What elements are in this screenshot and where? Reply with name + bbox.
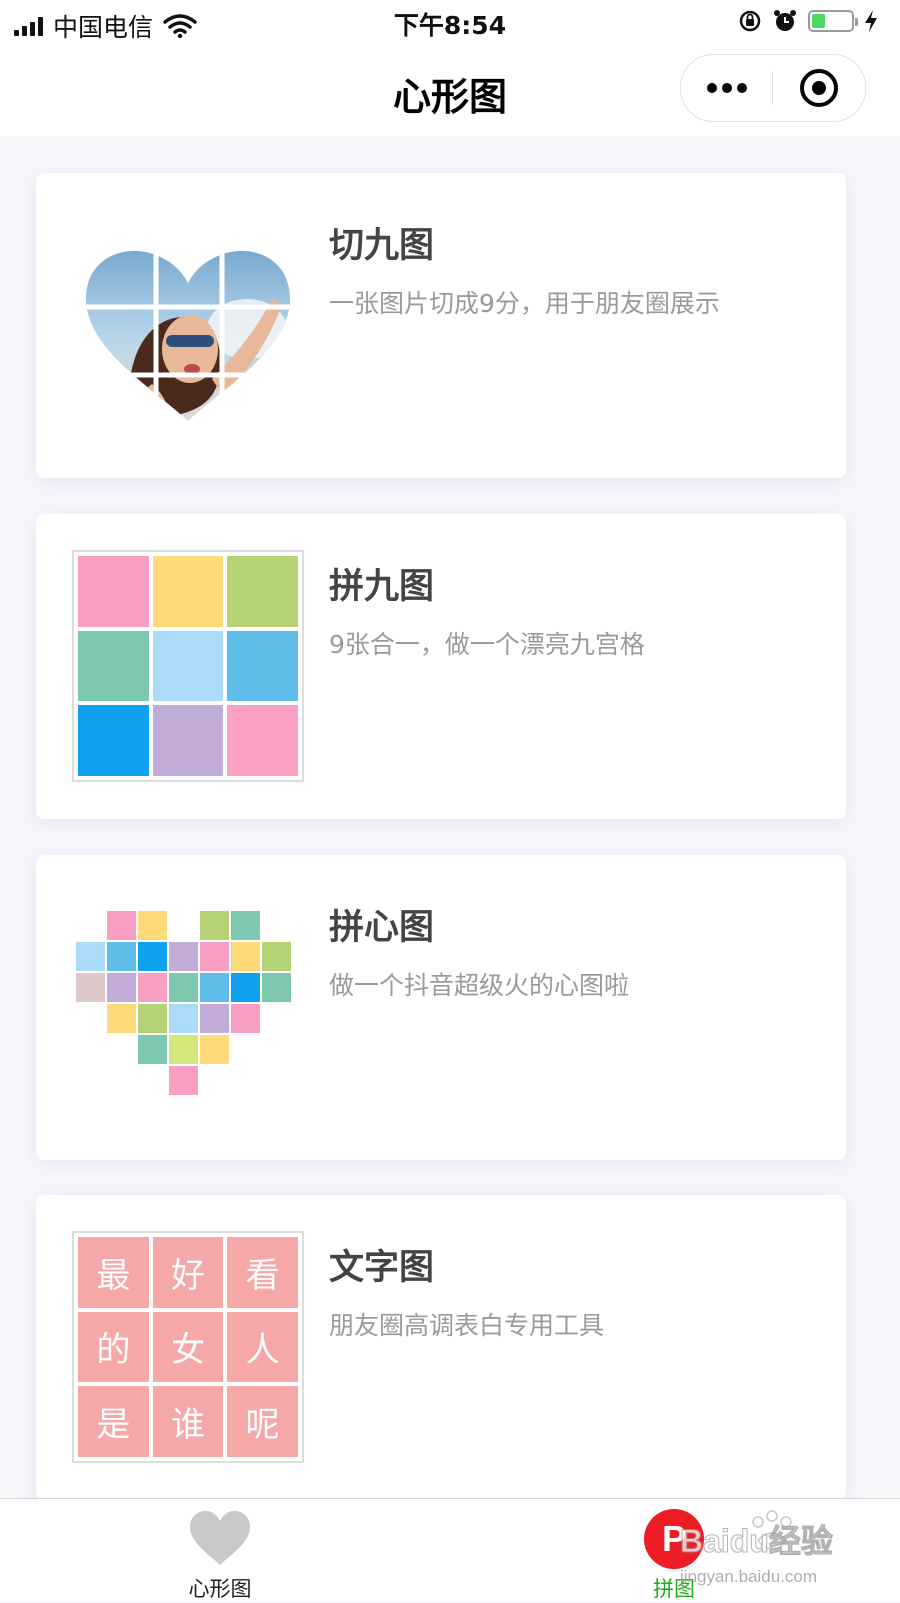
heart-pixel-tile — [231, 973, 260, 1002]
color-grid-thumbnail — [72, 550, 304, 782]
heart-pixel-tile — [200, 911, 229, 940]
heart-pixel-tile — [107, 973, 136, 1002]
heart-pixel-tile — [231, 911, 260, 940]
card-join-nine[interactable]: 拼九图 9张合一，做一个漂亮九宫格 — [36, 514, 846, 819]
heart-pixel-tile — [169, 1004, 198, 1033]
tab-heart[interactable]: 心形图 — [120, 1499, 320, 1601]
alarm-icon — [774, 10, 796, 31]
grid-cell — [227, 630, 298, 702]
more-button[interactable] — [681, 55, 772, 121]
text-grid-cell: 谁 — [152, 1386, 224, 1457]
heart-pixel-tile — [138, 1035, 167, 1064]
heart-pixel-tile — [231, 942, 260, 971]
heart-pixel-tile — [231, 1004, 260, 1033]
grid-cell — [78, 705, 149, 776]
card-description: 9张合一，做一个漂亮九宫格 — [329, 630, 645, 659]
grid-cell — [152, 556, 224, 627]
text-grid-cell: 好 — [152, 1237, 224, 1308]
status-bar: 中国电信 下午8:54 — [0, 0, 900, 44]
heart-pixel-tile — [200, 1035, 229, 1064]
orientation-lock-icon — [739, 10, 761, 32]
heart-pixel-tile — [107, 911, 136, 940]
charging-icon — [865, 10, 877, 32]
heart-pixel-tile — [107, 942, 136, 971]
baidu-watermark: Baidu经验 jingyan.baidu.com — [679, 1510, 833, 1586]
heart-photo-thumbnail — [72, 209, 304, 441]
heart-pixel-tile — [200, 1004, 229, 1033]
grid-cell — [227, 705, 298, 776]
heart-pixel-tile — [200, 942, 229, 971]
text-grid-cell: 呢 — [227, 1386, 298, 1457]
heart-pixel-tile — [76, 942, 105, 971]
heart-pixel-tile — [200, 973, 229, 1002]
battery-level-fill — [812, 14, 826, 28]
heart-pixel-tile — [169, 1035, 198, 1064]
card-description: 做一个抖音超级火的心图啦 — [329, 971, 630, 1000]
card-title: 文字图 — [329, 1248, 435, 1288]
text-grid-cell: 女 — [152, 1311, 224, 1383]
grid-cell — [227, 556, 298, 627]
card-title: 拼心图 — [329, 908, 435, 948]
tab-label: 心形图 — [188, 1577, 252, 1601]
card-cut-nine[interactable]: 切九图 一张图片切成9分，用于朋友圈展示 — [36, 173, 846, 478]
heart-pixel-tile — [107, 1004, 136, 1033]
grid-cell — [152, 705, 224, 776]
text-grid-thumbnail: 最 好 看 的 女 人 是 谁 呢 — [72, 1231, 304, 1463]
battery-icon — [808, 10, 858, 32]
text-grid-cell: 的 — [78, 1311, 149, 1383]
pixel-heart-thumbnail — [72, 891, 304, 1123]
heart-pixel-tile — [138, 942, 167, 971]
card-description: 一张图片切成9分，用于朋友圈展示 — [329, 289, 720, 318]
heart-pixel-tile — [76, 973, 105, 1002]
text-grid-cell: 人 — [227, 1311, 298, 1383]
capsule-divider — [772, 71, 773, 105]
svg-text:Baidu经验: Baidu经验 — [680, 1523, 833, 1559]
heart-photo-image — [86, 250, 290, 422]
status-right — [738, 8, 878, 34]
svg-text:jingyan.baidu.com: jingyan.baidu.com — [679, 1567, 817, 1586]
heart-pixel-tile — [138, 1004, 167, 1033]
heart-pixel-tile — [262, 942, 291, 971]
text-grid-cell: 是 — [78, 1386, 149, 1457]
more-icon — [706, 83, 717, 93]
grid-cell — [78, 556, 149, 627]
heart-pixel-tile — [138, 973, 167, 1002]
heart-pixel-tile — [138, 911, 167, 940]
heart-pixel-tile — [169, 942, 198, 971]
grid-cell — [152, 630, 224, 702]
card-title: 拼九图 — [329, 567, 435, 607]
close-button[interactable] — [800, 69, 838, 107]
card-description: 朋友圈高调表白专用工具 — [329, 1311, 605, 1340]
heart-pixel-tile — [169, 973, 198, 1002]
text-grid-cell: 看 — [227, 1237, 298, 1308]
navigation-bar: 心形图 — [0, 44, 900, 136]
mini-program-capsule — [680, 54, 866, 122]
card-title: 切九图 — [329, 226, 435, 266]
heart-pixel-tile — [169, 1066, 198, 1095]
card-heart-collage[interactable]: 拼心图 做一个抖音超级火的心图啦 — [36, 855, 846, 1160]
heart-icon — [190, 1510, 250, 1565]
card-text-image[interactable]: 最 好 看 的 女 人 是 谁 呢 文字图 朋友圈高调表白专用工具 — [36, 1195, 846, 1500]
heart-pixel-tile — [262, 973, 291, 1002]
text-grid-cell: 最 — [78, 1237, 149, 1308]
grid-cell — [78, 630, 149, 702]
